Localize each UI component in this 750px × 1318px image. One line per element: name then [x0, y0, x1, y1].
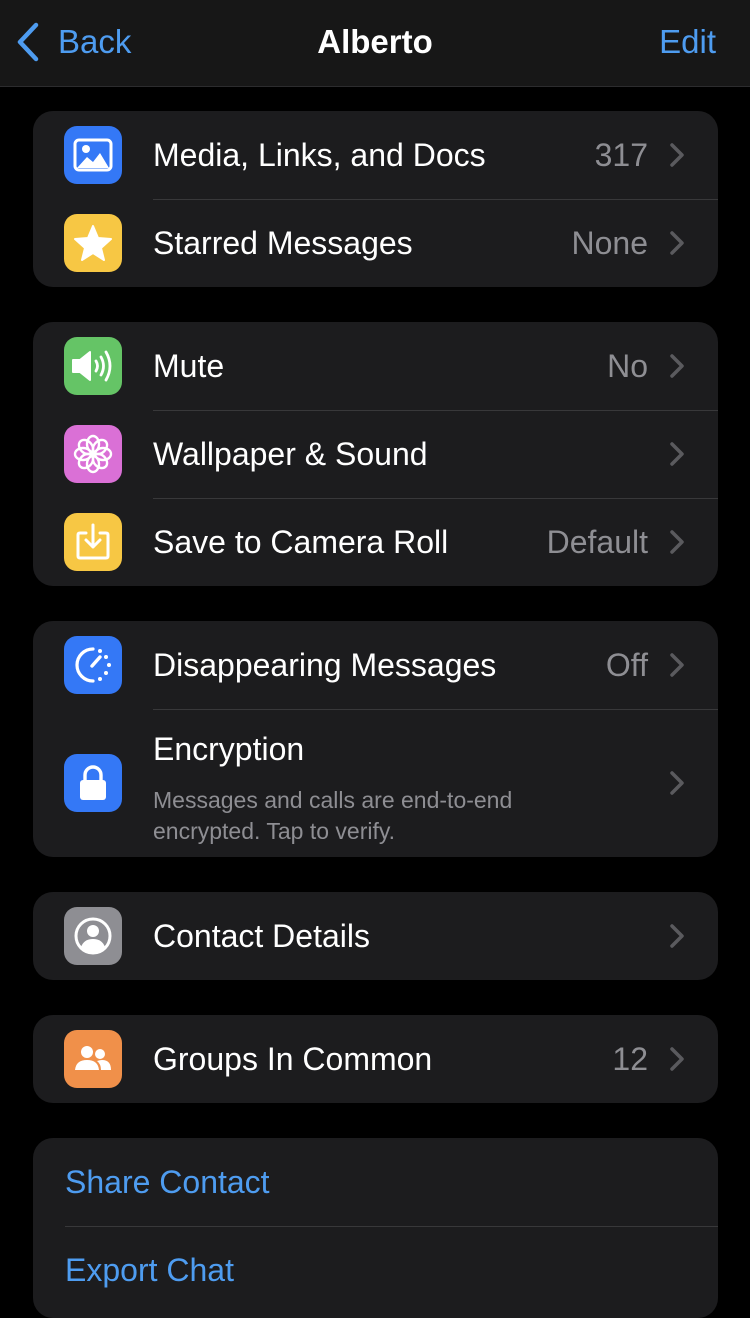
row-value: Default	[546, 523, 648, 560]
groups-in-common-row[interactable]: Groups In Common 12	[33, 1015, 718, 1103]
row-label: Wallpaper & Sound	[153, 435, 428, 472]
row-value: 12	[612, 1040, 648, 1077]
chevron-right-icon	[670, 354, 684, 378]
notification-settings-group: Mute No Wallpaper & Sound Save to Camera…	[33, 322, 718, 586]
photo-icon	[64, 126, 122, 184]
row-label: Starred Messages	[153, 224, 413, 261]
privacy-group: Disappearing Messages Off Encryption Mes…	[33, 621, 718, 857]
group-icon	[64, 1030, 122, 1088]
media-starred-group: Media, Links, and Docs 317 Starred Messa…	[33, 111, 718, 287]
chevron-right-icon	[670, 530, 684, 554]
wallpaper-sound-row[interactable]: Wallpaper & Sound	[33, 410, 718, 498]
row-value: 317	[594, 136, 648, 173]
share-contact-button[interactable]: Share Contact	[33, 1138, 718, 1226]
actions-group: Share Contact Export Chat	[33, 1138, 718, 1318]
chevron-left-icon	[17, 22, 39, 62]
row-label: Disappearing Messages	[153, 646, 497, 683]
row-value: No	[607, 347, 648, 384]
navigation-bar: Back Alberto Edit	[0, 0, 750, 87]
chevron-right-icon	[670, 653, 684, 677]
row-label: Mute	[153, 347, 225, 384]
row-label: Encryption	[153, 731, 305, 767]
chevron-right-icon	[670, 1047, 684, 1071]
back-button[interactable]: Back	[16, 20, 131, 64]
media-links-docs-row[interactable]: Media, Links, and Docs 317	[33, 111, 718, 199]
chevron-right-icon	[670, 771, 684, 795]
row-label: Contact Details	[153, 917, 370, 954]
row-label: Save to Camera Roll	[153, 523, 449, 560]
back-label: Back	[58, 23, 132, 60]
share-contact-label: Share Contact	[65, 1163, 270, 1200]
row-label: Groups In Common	[153, 1040, 433, 1077]
encryption-subtitle: Messages and calls are end-to-end encryp…	[153, 787, 513, 844]
row-value: Off	[605, 646, 648, 683]
chevron-right-icon	[670, 231, 684, 255]
starred-messages-row[interactable]: Starred Messages None	[33, 199, 718, 287]
export-chat-label: Export Chat	[65, 1251, 234, 1288]
chevron-right-icon	[670, 442, 684, 466]
contact-details-row[interactable]: Contact Details	[33, 892, 718, 980]
row-value: None	[571, 224, 649, 261]
encryption-row[interactable]: Encryption Messages and calls are end-to…	[33, 709, 718, 857]
star-icon	[64, 214, 122, 272]
contact-icon	[64, 907, 122, 965]
chevron-right-icon	[670, 924, 684, 948]
save-camera-roll-row[interactable]: Save to Camera Roll Default	[33, 498, 718, 586]
export-chat-button[interactable]: Export Chat	[33, 1226, 718, 1314]
lock-icon	[64, 754, 122, 812]
row-label: Media, Links, and Docs	[153, 136, 486, 173]
contact-details-group: Contact Details	[33, 892, 718, 980]
save-download-icon	[64, 513, 122, 571]
chevron-right-icon	[670, 143, 684, 167]
speaker-icon	[64, 337, 122, 395]
mute-row[interactable]: Mute No	[33, 322, 718, 410]
timer-icon	[64, 636, 122, 694]
flower-icon	[64, 425, 122, 483]
disappearing-messages-row[interactable]: Disappearing Messages Off	[33, 621, 718, 709]
groups-in-common-group: Groups In Common 12	[33, 1015, 718, 1103]
edit-button[interactable]: Edit	[659, 20, 716, 64]
